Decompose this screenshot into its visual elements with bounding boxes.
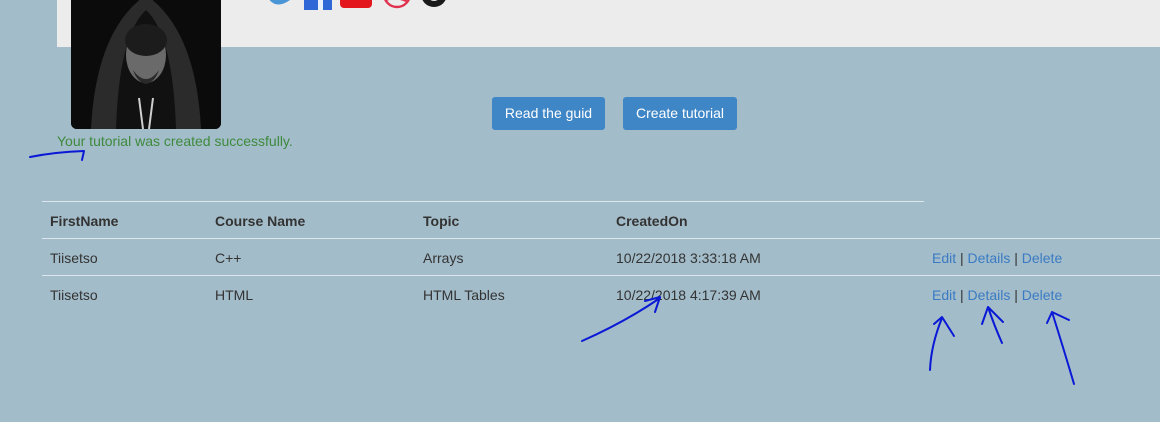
youtube-icon[interactable]: [340, 0, 372, 10]
delete-link[interactable]: Delete: [1022, 250, 1062, 266]
facebook-icon[interactable]: [304, 0, 332, 10]
edit-link[interactable]: Edit: [932, 287, 956, 303]
details-link[interactable]: Details: [968, 287, 1011, 303]
cell-first-name: Tiisetso: [50, 250, 98, 266]
table-top-border: [42, 201, 924, 202]
annotation-arrow-delete: [1046, 311, 1075, 385]
delete-link[interactable]: Delete: [1022, 287, 1062, 303]
cell-topic: Arrays: [423, 250, 464, 266]
action-separator: |: [960, 287, 964, 303]
column-header-firstname: FirstName: [50, 213, 119, 229]
row-actions: Edit | Details | Delete: [932, 287, 1062, 303]
row-divider: [42, 275, 1160, 276]
annotation-arrow-edit: [929, 316, 955, 371]
dribbble-icon[interactable]: [381, 0, 413, 10]
header-bar: [57, 0, 1160, 47]
column-header-topic: Topic: [423, 213, 460, 229]
annotation-arrow-success-message: [29, 150, 85, 161]
annotation-arrow-details: [981, 306, 1004, 344]
hooded-figure-photo: [71, 0, 221, 129]
cell-created-on: 10/22/2018 3:33:18 AM: [616, 250, 761, 266]
cell-topic: HTML Tables: [423, 287, 505, 303]
details-link[interactable]: Details: [968, 250, 1011, 266]
create-tutorial-button[interactable]: Create tutorial: [623, 97, 737, 130]
edit-link[interactable]: Edit: [932, 250, 956, 266]
action-separator: |: [1014, 250, 1018, 266]
github-icon[interactable]: [418, 0, 450, 10]
cell-first-name: Tiisetso: [50, 287, 98, 303]
row-actions: Edit | Details | Delete: [932, 250, 1062, 266]
read-guide-button[interactable]: Read the guid: [492, 97, 605, 130]
cell-course-name: C++: [215, 250, 242, 266]
annotation-arrow-created-on: [581, 296, 661, 342]
column-header-course-name: Course Name: [215, 213, 306, 229]
header-divider: [42, 238, 1160, 239]
avatar: [71, 0, 221, 129]
cell-created-on: 10/22/2018 4:17:39 AM: [616, 287, 761, 303]
cell-course-name: HTML: [215, 287, 254, 303]
success-message: Your tutorial was created successfully.: [57, 133, 293, 149]
action-separator: |: [1014, 287, 1018, 303]
action-separator: |: [960, 250, 964, 266]
twitter-icon[interactable]: [266, 0, 296, 10]
column-header-createdon: CreatedOn: [616, 213, 688, 229]
